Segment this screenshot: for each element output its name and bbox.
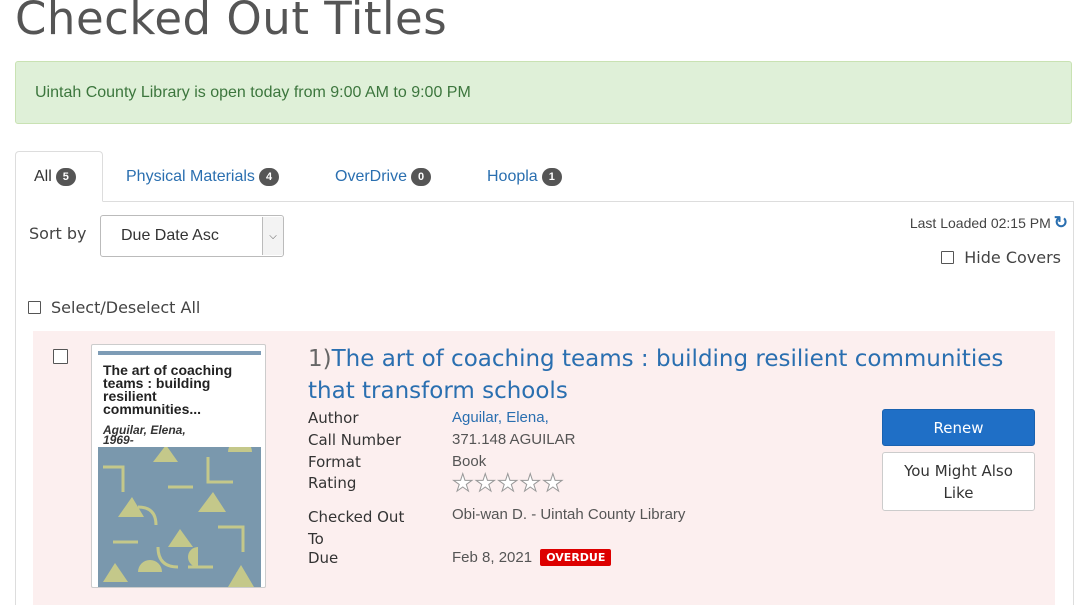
call-number-value: 371.148 AGUILAR (452, 431, 576, 448)
last-loaded: Last Loaded 02:15 PM ↻ (910, 213, 1068, 233)
format-value: Book (452, 453, 487, 470)
cover-art (98, 447, 261, 587)
tab-label: All (34, 167, 52, 185)
format-label: Format (308, 453, 361, 471)
author-link[interactable]: Aguilar, Elena, (452, 409, 549, 426)
you-might-also-like-button[interactable]: You Might Also Like (882, 452, 1035, 511)
sort-label: Sort by (29, 224, 87, 243)
select-all-label: Select/Deselect All (51, 298, 201, 317)
tab-label: Physical Materials (126, 167, 255, 185)
tab-bar: All 5 Physical Materials 4 OverDrive 0 H… (15, 151, 1074, 202)
chevron-down-icon: ⌵ (262, 217, 283, 255)
tab-label: OverDrive (335, 167, 408, 185)
record-title[interactable]: The art of coaching teams : building res… (308, 346, 1003, 404)
alert-text: Uintah County Library is open today from… (35, 83, 471, 101)
checked-out-to-label: Checked Out To (308, 508, 405, 548)
due-date: Feb 8, 2021 (452, 549, 533, 566)
star-icon[interactable]: ★ (452, 471, 474, 496)
hide-covers-checkbox[interactable] (941, 251, 955, 264)
star-icon[interactable]: ★ (519, 471, 541, 496)
tab-physical-materials[interactable]: Physical Materials 4 (126, 151, 280, 202)
rating-label: Rating (308, 474, 357, 492)
last-loaded-text: Last Loaded 02:15 PM (909, 215, 1051, 231)
renew-button[interactable]: Renew (882, 409, 1035, 446)
rating-stars[interactable]: ★ ★ ★ ★ ★ (452, 471, 565, 496)
star-icon[interactable]: ★ (474, 471, 496, 496)
refresh-icon[interactable]: ↻ (1054, 213, 1068, 233)
star-icon[interactable]: ★ (497, 471, 519, 496)
page-title: Checked Out Titles (15, 0, 448, 45)
tab-label: Hoopla (487, 167, 538, 185)
sort-value: Due Date Asc (121, 227, 219, 244)
cover-author: Aguilar, Elena, 1969- (103, 423, 186, 447)
tab-overdrive[interactable]: OverDrive 0 (335, 151, 432, 202)
record-checkbox[interactable] (53, 349, 68, 364)
select-all-toggle[interactable]: Select/Deselect All (28, 298, 200, 317)
checked-out-to-value: Obi-wan D. - Uintah County Library (452, 506, 686, 523)
tab-hoopla[interactable]: Hoopla 1 (487, 151, 562, 202)
star-icon[interactable]: ★ (542, 471, 564, 496)
author-label: Author (308, 409, 359, 427)
count-badge: 4 (258, 167, 280, 186)
book-cover[interactable]: The art of coaching teams : building res… (91, 344, 266, 588)
sort-select[interactable]: Due Date Asc ⌵ (100, 215, 284, 257)
tab-all[interactable]: All 5 (15, 151, 103, 202)
call-number-label: Call Number (308, 431, 402, 449)
record-title-link[interactable]: 1)The art of coaching teams : building r… (308, 343, 1028, 407)
checkout-record: The art of coaching teams : building res… (33, 331, 1055, 605)
hide-covers-label: Hide Covers (964, 248, 1061, 267)
overdue-badge: OVERDUE (540, 549, 612, 566)
cover-title: The art of coaching teams : building res… (103, 362, 233, 417)
count-badge: 5 (55, 167, 76, 186)
count-badge: 1 (541, 167, 562, 186)
select-all-checkbox[interactable] (28, 301, 41, 314)
count-badge: 0 (411, 167, 432, 186)
hide-covers-toggle[interactable]: Hide Covers (941, 248, 1061, 267)
record-number: 1) (308, 346, 332, 372)
due-label: Due (308, 549, 339, 567)
library-hours-alert: Uintah County Library is open today from… (15, 61, 1072, 124)
due-value-wrap: Feb 8, 2021 OVERDUE (452, 549, 612, 566)
